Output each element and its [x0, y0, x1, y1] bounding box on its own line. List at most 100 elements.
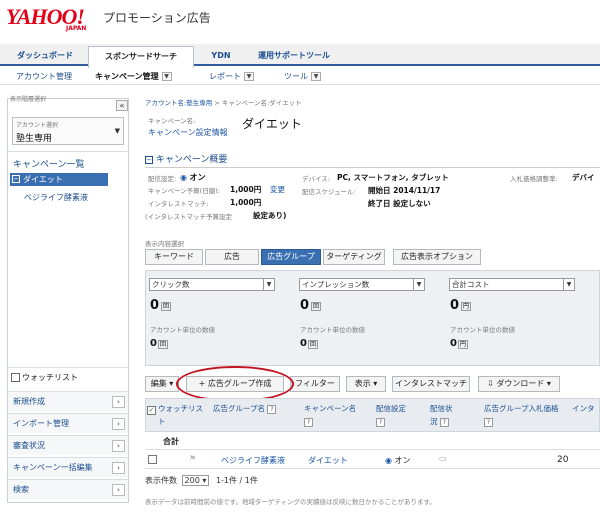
tab-ydn[interactable]: YDN: [198, 46, 244, 66]
campaign-link[interactable]: ダイエット: [308, 455, 348, 466]
metric-select-label: クリック数: [152, 280, 190, 289]
chevron-down-icon[interactable]: ▼: [311, 72, 321, 81]
campaign-name-label: キャンペーン名:: [148, 117, 196, 125]
column-header-adgroup[interactable]: 広告グループ名 ?: [213, 402, 291, 415]
tree-item-adgroup[interactable]: ベジライフ酵素液: [24, 192, 88, 203]
nav-account-management[interactable]: アカウント管理: [16, 71, 72, 82]
chevron-down-icon[interactable]: ▼: [244, 72, 254, 81]
collapse-sidebar-button[interactable]: «: [116, 100, 128, 111]
chevron-down-icon: ▼: [563, 279, 574, 290]
campaign-summary-title[interactable]: − キャンペーン概要: [145, 152, 227, 165]
bid-adjust-value: デバイ: [572, 173, 595, 182]
edit-button[interactable]: 編集 ▾: [145, 376, 179, 392]
bid-adjust-label: 入札価格調整率:: [510, 175, 558, 183]
sidebar-item-review[interactable]: 審査状況 ›: [8, 435, 128, 455]
metric-select-cost[interactable]: 合計コスト ▼: [449, 278, 575, 291]
sidebar-item-bulk-edit[interactable]: キャンペーン一括編集 ›: [8, 457, 128, 477]
metric-select-label: インプレッション数: [302, 280, 370, 289]
column-header-status[interactable]: 配信状況 ?: [430, 402, 458, 428]
status-comment-icon: ▭: [439, 454, 447, 463]
display-button[interactable]: 表示 ▾: [346, 376, 386, 392]
column-header-interest[interactable]: インタ: [572, 402, 600, 415]
tab-keyword[interactable]: キーワード: [145, 249, 203, 265]
delivery-cell[interactable]: ◉ オン: [385, 455, 411, 466]
chevron-down-icon: ▼: [413, 279, 424, 290]
nav-campaign-label: キャンペーン管理: [95, 72, 159, 81]
footnote: 表示データは前時間前の値です。地域ターゲティングの実績値は反映に数日かかることが…: [145, 498, 436, 506]
chevron-down-icon: ▾: [373, 379, 378, 388]
bid-cell[interactable]: 20: [557, 455, 568, 465]
metric-account-label: アカウント単位の数値: [300, 326, 365, 334]
breadcrumb-campaign: キャンペーン名:ダイエット: [221, 99, 302, 107]
chevron-right-icon: ›: [112, 484, 125, 496]
nav-campaign-management[interactable]: キャンペーン管理 ▼: [95, 71, 172, 82]
summary-title-text: キャンペーン概要: [155, 155, 228, 165]
metric-value-clicks: 0回: [150, 298, 172, 313]
help-icon[interactable]: ?: [376, 418, 385, 427]
watchlist-flag-icon[interactable]: ⚑: [189, 454, 196, 463]
sidebar-item-label: 新規作成: [13, 397, 45, 406]
delivery-label: 配信設定:: [148, 175, 177, 183]
device-value: PC, スマートフォン, タブレット: [337, 173, 449, 182]
tab-adgroup[interactable]: 広告グループ: [261, 249, 321, 265]
chevron-right-icon: ›: [112, 462, 125, 474]
watchlist-checkbox[interactable]: [11, 373, 20, 382]
sidebar-item-new[interactable]: 新規作成 ›: [8, 391, 128, 411]
filter-button[interactable]: フィルター: [290, 376, 340, 392]
watchlist-row[interactable]: ウォッチリスト: [8, 367, 128, 387]
nav-report[interactable]: レポート ▼: [209, 71, 254, 82]
chevron-right-icon: ›: [112, 418, 125, 430]
product-title: プロモーション広告: [103, 11, 211, 25]
chevron-down-icon: ▾: [546, 379, 551, 388]
metric-account-value-impressions: 0回: [300, 338, 318, 349]
nav-tools-label: ツール: [284, 72, 308, 81]
nav-tools[interactable]: ツール ▼: [284, 71, 321, 82]
sidebar-item-search[interactable]: 検索 ›: [8, 479, 128, 499]
help-icon[interactable]: ?: [439, 418, 449, 427]
budget-change-link[interactable]: 変更: [270, 184, 285, 195]
tab-dashboard[interactable]: ダッシュボード: [4, 46, 86, 66]
pagination-range: 1-1件 / 1件: [215, 476, 258, 485]
download-button[interactable]: ⇩ ダウンロード ▾: [478, 376, 560, 392]
column-header-campaign[interactable]: キャンペーン名 ?: [304, 402, 359, 428]
tree-campaign-label: ダイエット: [23, 175, 63, 184]
breadcrumb-account[interactable]: アカウント名:塾生専用: [145, 99, 212, 107]
metric-account-value-clicks: 0回: [150, 338, 168, 349]
interest-match-button[interactable]: インタレストマッチ: [392, 376, 470, 392]
sidebar-item-label: キャンペーン一括編集: [13, 463, 93, 472]
help-icon[interactable]: ?: [484, 418, 493, 427]
campaign-list-link[interactable]: キャンペーン一覧: [13, 157, 85, 170]
tab-ad-extension[interactable]: 広告表示オプション: [393, 249, 481, 265]
column-header-bid[interactable]: 広告グループ入札価格 ?: [484, 402, 564, 428]
yahoo-logo-sub: JAPAN: [66, 25, 87, 32]
sidebar-item-import[interactable]: インポート管理 ›: [8, 413, 128, 433]
tab-ad[interactable]: 広告: [205, 249, 259, 265]
chevron-down-icon[interactable]: ▼: [161, 72, 172, 81]
collapse-tree-icon[interactable]: −: [12, 175, 20, 183]
column-header-watchlist[interactable]: ウォッチリスト: [158, 402, 208, 428]
schedule-start: 開始日 2014/11/17: [368, 186, 441, 195]
sidebar-item-label: インポート管理: [13, 419, 69, 428]
adgroup-link[interactable]: ベジライフ酵素液: [221, 455, 285, 466]
help-icon[interactable]: ?: [267, 405, 277, 414]
total-label: 合計: [163, 437, 179, 446]
campaign-settings-link[interactable]: キャンペーン設定情報: [148, 127, 228, 138]
help-icon[interactable]: ?: [304, 418, 313, 427]
metric-select-impressions[interactable]: インプレッション数 ▼: [299, 278, 425, 291]
collapse-section-icon[interactable]: −: [145, 156, 153, 164]
per-page-select[interactable]: 200 ▾: [181, 475, 210, 486]
nav-report-label: レポート: [209, 72, 241, 81]
select-all-checkbox[interactable]: ✓: [147, 406, 156, 415]
column-header-delivery[interactable]: 配信設定 ?: [376, 402, 416, 428]
tree-item-campaign[interactable]: − ダイエット: [10, 173, 108, 186]
per-page-label: 表示件数: [145, 476, 177, 485]
account-select[interactable]: アカウント選択 塾生専用 ▼: [12, 117, 124, 145]
interest-label: インタレストマッチ:: [148, 200, 209, 208]
tab-targeting[interactable]: ターゲティング: [323, 249, 385, 265]
row-checkbox[interactable]: [148, 455, 157, 464]
table-row[interactable]: ⚑ ベジライフ酵素液 ダイエット ◉ オン ▭ 20: [145, 451, 600, 469]
display-level-label: 表示階層選択: [10, 96, 47, 103]
tab-support-tools[interactable]: 運用サポートツール: [248, 46, 340, 66]
metric-select-clicks[interactable]: クリック数 ▼: [149, 278, 275, 291]
tab-sponsored-search[interactable]: スポンサードサーチ: [88, 46, 194, 68]
